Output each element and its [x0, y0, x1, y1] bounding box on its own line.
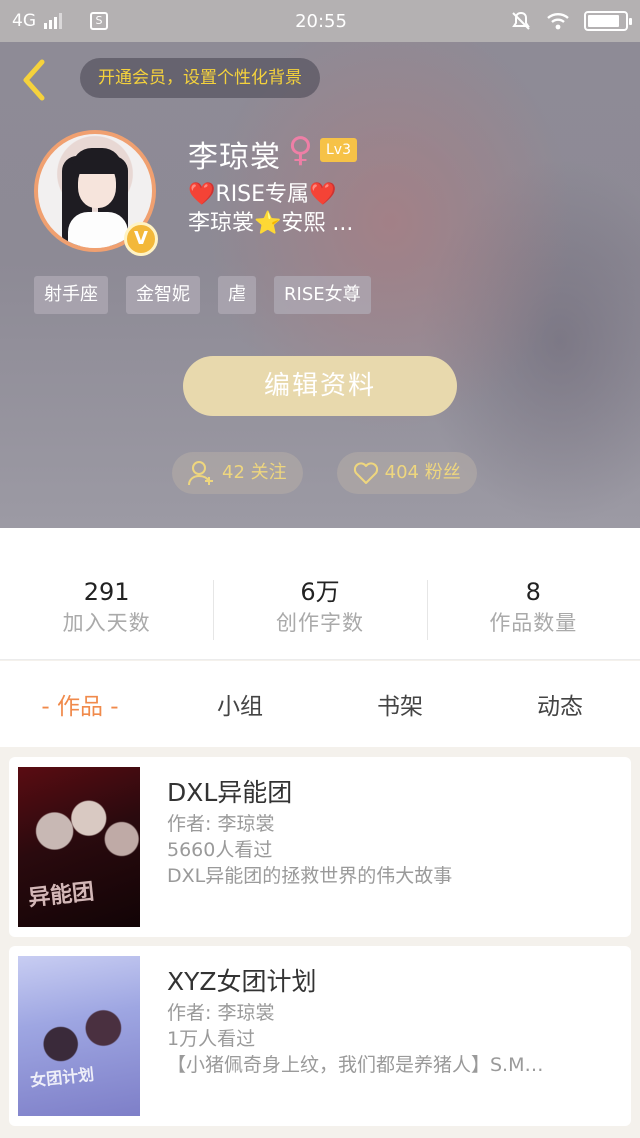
- heart-icon: ❤️: [309, 182, 337, 207]
- tab-bookshelf[interactable]: 书架: [320, 687, 480, 721]
- book-description: 【小猪佩奇身上纹，我们都是养猪人】S.M…: [167, 1054, 544, 1076]
- verified-badge: V: [124, 222, 158, 256]
- stat-value: 291: [83, 578, 130, 606]
- followers-label: 404 粉丝: [384, 462, 461, 483]
- heart-icon: ❤️: [188, 182, 216, 207]
- stat-value: 8: [525, 578, 541, 606]
- book-description: DXL异能团的拯救世界的伟大故事: [167, 865, 453, 887]
- star-icon: ⭐: [254, 211, 282, 236]
- tab-groups[interactable]: 小组: [160, 687, 320, 721]
- tag-list: 射手座 金智妮 虐 RISE女尊: [34, 276, 371, 314]
- tab-works[interactable]: - 作品 -: [0, 687, 160, 721]
- followers-button[interactable]: 404 粉丝: [336, 452, 477, 494]
- stat-value: 6万: [300, 578, 340, 606]
- signal-icon: [44, 13, 62, 29]
- stat-label: 作品数量: [489, 611, 578, 635]
- stat-word-count: 6万 创作字数: [213, 528, 426, 659]
- stat-label: 加入天数: [62, 611, 151, 635]
- book-cover[interactable]: 女团计划: [18, 956, 140, 1116]
- following-label: 42 关注: [222, 462, 287, 483]
- stats-bar: 291 加入天数 6万 创作字数 8 作品数量: [0, 528, 640, 660]
- tag-item[interactable]: 射手座: [34, 276, 108, 314]
- username: 李琼裳: [188, 140, 281, 175]
- edit-profile-button[interactable]: 编辑资料: [183, 356, 457, 416]
- female-gender-icon: ♀: [288, 130, 313, 170]
- clock: 20:55: [295, 10, 347, 32]
- mute-icon: [512, 11, 530, 30]
- avatar[interactable]: V: [34, 130, 158, 256]
- wifi-icon: [547, 13, 569, 30]
- cover-text: 女团计划: [29, 1064, 95, 1091]
- vip-banner-button[interactable]: 开通会员，设置个性化背景: [80, 58, 320, 98]
- s-app-icon: S: [90, 12, 108, 30]
- bio-line2-rest: 安熙 ...: [281, 211, 354, 236]
- tag-item[interactable]: 金智妮: [126, 276, 200, 314]
- book-cover[interactable]: 异能团: [18, 767, 140, 927]
- tag-item[interactable]: 虐: [218, 276, 256, 314]
- cover-text: 异能团: [27, 879, 96, 912]
- add-user-icon: [188, 461, 213, 486]
- work-card[interactable]: 异能团 DXL异能团 作者: 李琼裳 5660人看过 DXL异能团的拯救世界的伟…: [9, 757, 631, 937]
- battery-icon: [584, 11, 632, 31]
- works-list: 异能团 DXL异能团 作者: 李琼裳 5660人看过 DXL异能团的拯救世界的伟…: [0, 747, 640, 1138]
- profile-header: 开通会员，设置个性化背景 V 李琼裳 ♀ Lv3 ❤️RISE专属❤️ 李琼裳⭐…: [0, 42, 640, 528]
- level-badge: Lv3: [320, 138, 357, 162]
- status-bar: 4G S 20:55: [0, 0, 640, 42]
- book-title: XYZ女团计划: [167, 967, 317, 996]
- book-title: DXL异能团: [167, 778, 293, 807]
- stat-join-days: 291 加入天数: [0, 528, 213, 659]
- following-button[interactable]: 42 关注: [172, 452, 303, 494]
- book-views: 5660人看过: [167, 839, 273, 861]
- bio-line1-text: RISE专属: [215, 182, 310, 207]
- bio-line2-name: 李琼裳: [188, 211, 255, 236]
- book-author: 作者: 李琼裳: [167, 1002, 275, 1024]
- user-bio: ❤️RISE专属❤️ 李琼裳⭐安熙 ...: [188, 180, 353, 238]
- book-author: 作者: 李琼裳: [167, 813, 275, 835]
- tag-item[interactable]: RISE女尊: [274, 276, 371, 314]
- follow-stats: 42 关注 404 粉丝: [172, 452, 477, 494]
- stat-work-count: 8 作品数量: [426, 528, 640, 659]
- profile-tabs: - 作品 - 小组 书架 动态: [0, 661, 640, 747]
- network-type: 4G: [12, 11, 36, 31]
- stat-label: 创作字数: [275, 611, 364, 635]
- work-card[interactable]: 女团计划 XYZ女团计划 作者: 李琼裳 1万人看过 【小猪佩奇身上纹，我们都是…: [9, 946, 631, 1126]
- tab-activity[interactable]: 动态: [480, 687, 640, 721]
- back-arrow-icon[interactable]: [18, 58, 48, 102]
- heart-outline-icon: [353, 462, 378, 484]
- book-views: 1万人看过: [167, 1028, 256, 1050]
